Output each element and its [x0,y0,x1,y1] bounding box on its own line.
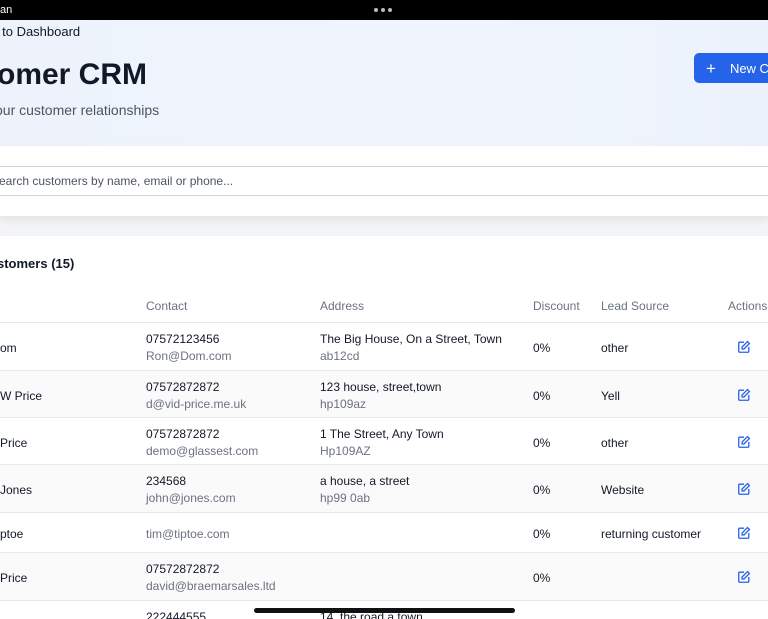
customer-name: Price [0,571,28,585]
customer-discount: 0% [533,436,551,450]
customer-address: a house, a street [320,474,410,488]
page-header: k to Dashboard tomer CRM our customer re… [0,20,768,146]
new-customer-button[interactable]: + New C [694,53,768,83]
search-input[interactable] [0,166,768,196]
edit-customer-button[interactable] [737,526,751,540]
table-row[interactable]: Price 07572872872 david@braemarsales.ltd… [0,552,768,600]
edit-icon [738,570,751,583]
edit-icon [738,482,751,495]
customer-phone: 07572872872 [146,380,220,394]
carrier-label: an [0,4,13,16]
customer-phone: 07572872872 [146,562,220,576]
customer-email: john@jones.com [146,491,236,505]
customer-discount: 0% [533,341,551,355]
edit-customer-button[interactable] [737,340,751,354]
customer-lead-source: other [601,341,629,355]
customer-address: The Big House, On a Street, Town [320,332,502,346]
customer-address: 123 house, street,town [320,380,442,394]
customer-address: 1 The Street, Any Town [320,427,444,441]
column-header-lead-source[interactable]: Lead Source [601,299,669,313]
edit-customer-button[interactable] [737,388,751,402]
customer-name: om [0,341,17,355]
customers-count-title: stomers (15) [0,256,75,271]
edit-icon [738,340,751,353]
customer-email: d@vid-price.me.uk [146,397,247,411]
column-header-address[interactable]: Address [320,299,364,313]
table-row[interactable]: om 07572123456 Ron@Dom.com The Big House… [0,322,768,370]
multitasking-dots-icon[interactable] [374,8,392,12]
column-header-discount[interactable]: Discount [533,299,580,313]
customer-postcode: Hp109AZ [320,444,371,458]
status-bar: an [0,0,768,20]
customer-phone: 234568 [146,474,187,488]
customer-postcode: hp109az [320,397,367,411]
customer-email: demo@glassest.com [146,444,259,458]
column-header-actions: Actions [728,299,768,313]
customer-lead-source: Website [601,483,645,497]
edit-customer-button[interactable] [737,435,751,449]
plus-icon: + [706,58,716,78]
table-row[interactable]: Price 07572872872 demo@glassest.com 1 Th… [0,417,768,464]
page-subtitle: our customer relationships [0,102,160,118]
customer-email: Ron@Dom.com [146,349,232,363]
customer-discount: 0% [533,571,551,585]
new-customer-button-label: New C [729,60,768,76]
page-title: tomer CRM [0,58,148,91]
customer-discount: 0% [533,483,551,497]
edit-customer-button[interactable] [737,482,751,496]
customer-discount: 0% [533,389,551,403]
customer-name: W Price [0,389,42,403]
back-to-dashboard-link[interactable]: k to Dashboard [0,24,80,39]
edit-customer-button[interactable] [737,570,751,584]
customer-phone: 222444555 [146,610,207,619]
customer-name: Price [0,436,28,450]
edit-icon [738,388,751,401]
customer-phone: 07572123456 [146,332,220,346]
home-indicator[interactable] [254,608,515,613]
customer-email: tim@tiptoe.com [146,527,230,541]
search-section [0,146,768,216]
table-row[interactable]: Jones 234568 john@jones.com a house, a s… [0,464,768,512]
customer-lead-source: Yell [601,389,620,403]
table-row[interactable]: ptoe tim@tiptoe.com 0% returning custome… [0,512,768,552]
edit-icon [738,526,751,539]
customer-postcode: hp99 0ab [320,491,371,505]
customer-name: ptoe [0,527,24,541]
customer-email: david@braemarsales.ltd [146,579,276,593]
customer-discount: 0% [533,527,551,541]
edit-icon [738,435,751,448]
customer-lead-source: returning customer [601,527,702,541]
customer-lead-source: other [601,436,629,450]
column-header-contact[interactable]: Contact [146,299,187,313]
customer-postcode: ab12cd [320,349,360,363]
customer-name: Jones [0,483,33,497]
customers-card: stomers (15) Contact Address Discount Le… [0,236,768,619]
customer-phone: 07572872872 [146,427,220,441]
table-row[interactable]: W Price 07572872872 d@vid-price.me.uk 12… [0,370,768,417]
